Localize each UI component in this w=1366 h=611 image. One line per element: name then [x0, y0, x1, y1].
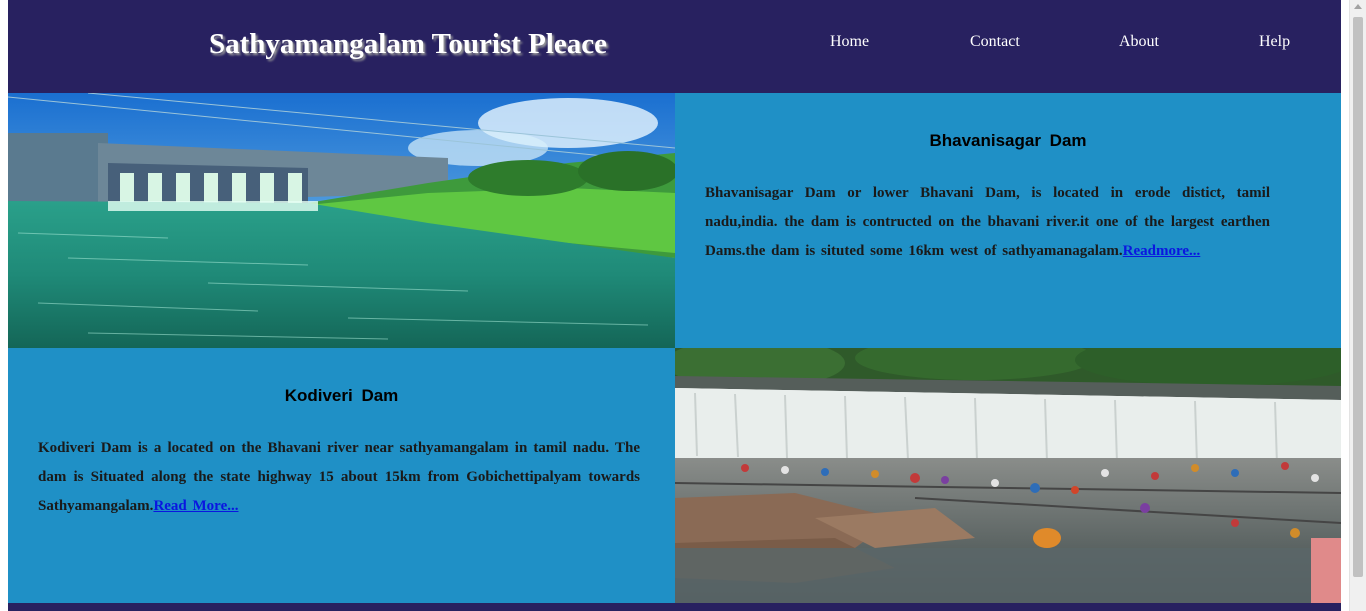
bhavanisagar-dam-image	[8, 93, 675, 348]
place-description: Bhavanisagar Dam or lower Bhavani Dam, i…	[705, 179, 1270, 266]
place-row-bhavanisagar: Bhavanisagar Dam Bhavanisagar Dam or low…	[8, 93, 1341, 348]
scroll-up-arrow-icon[interactable]	[1354, 4, 1362, 9]
place-title: Kodiveri Dam	[284, 386, 399, 405]
vertical-scrollbar[interactable]	[1349, 0, 1366, 611]
footer-bar	[8, 603, 1341, 611]
kodiveri-info-panel: Kodiveri Dam Kodiveri Dam is a located o…	[8, 348, 675, 603]
nav-contact-link[interactable]: Contact	[970, 33, 1020, 51]
page: Sathyamangalam Tourist Pleace Home Conta…	[8, 0, 1341, 611]
place-description-text: Kodiveri Dam is a located on the Bhavani…	[38, 440, 640, 514]
place-description: Kodiveri Dam is a located on the Bhavani…	[38, 434, 640, 521]
place-row-kodiveri: Kodiveri Dam Kodiveri Dam is a located o…	[8, 348, 1341, 603]
site-header: Sathyamangalam Tourist Pleace Home Conta…	[8, 0, 1341, 93]
site-title: Sathyamangalam Tourist Pleace	[209, 28, 607, 60]
read-more-link[interactable]: Readmore...	[1123, 243, 1201, 259]
place-title: Bhavanisagar Dam	[929, 131, 1087, 150]
nav-home-link[interactable]: Home	[830, 33, 869, 51]
nav-about-link[interactable]: About	[1119, 33, 1159, 51]
read-more-link[interactable]: Read More...	[153, 498, 238, 514]
kodiveri-dam-image	[675, 348, 1341, 603]
scrollbar-thumb[interactable]	[1353, 17, 1363, 577]
bhavanisagar-info-panel: Bhavanisagar Dam Bhavanisagar Dam or low…	[675, 93, 1341, 348]
nav-help-link[interactable]: Help	[1259, 33, 1290, 51]
